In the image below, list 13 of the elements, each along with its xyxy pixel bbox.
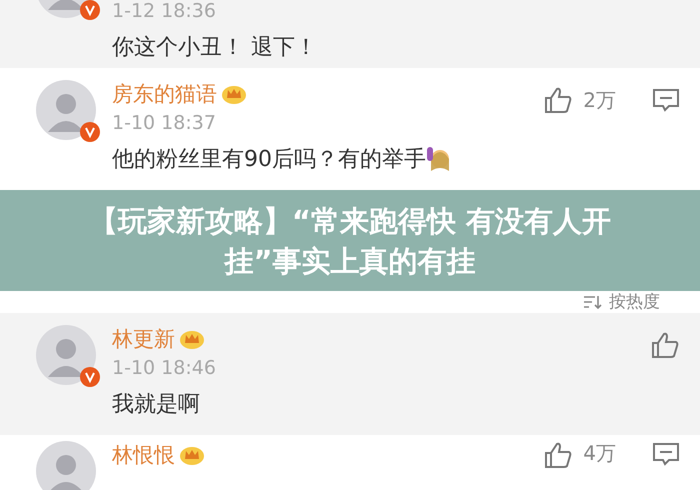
- user-name[interactable]: 林更新: [112, 325, 175, 353]
- comment-text: 你这个小丑！ 退下！: [112, 34, 317, 62]
- like-count: 4万: [583, 441, 616, 465]
- banner-title: 【玩家新攻略】“常来跑得快 有没有人开挂”事实上真的有挂: [88, 202, 612, 280]
- comment-time: 1-12 18:36: [112, 0, 217, 22]
- sort-option[interactable]: 按热度: [609, 291, 660, 313]
- comment-text: 他的粉丝里有90后吗？有的举手: [112, 146, 426, 174]
- user-name[interactable]: 房东的猫语: [112, 80, 217, 108]
- comment-time: 1-10 18:46: [112, 357, 217, 379]
- user-name[interactable]: 林恨恨: [112, 441, 175, 469]
- comment-time: 1-10 18:37: [112, 112, 217, 134]
- comment-text: 我就是啊: [112, 391, 200, 419]
- like-count: 2万: [583, 88, 616, 112]
